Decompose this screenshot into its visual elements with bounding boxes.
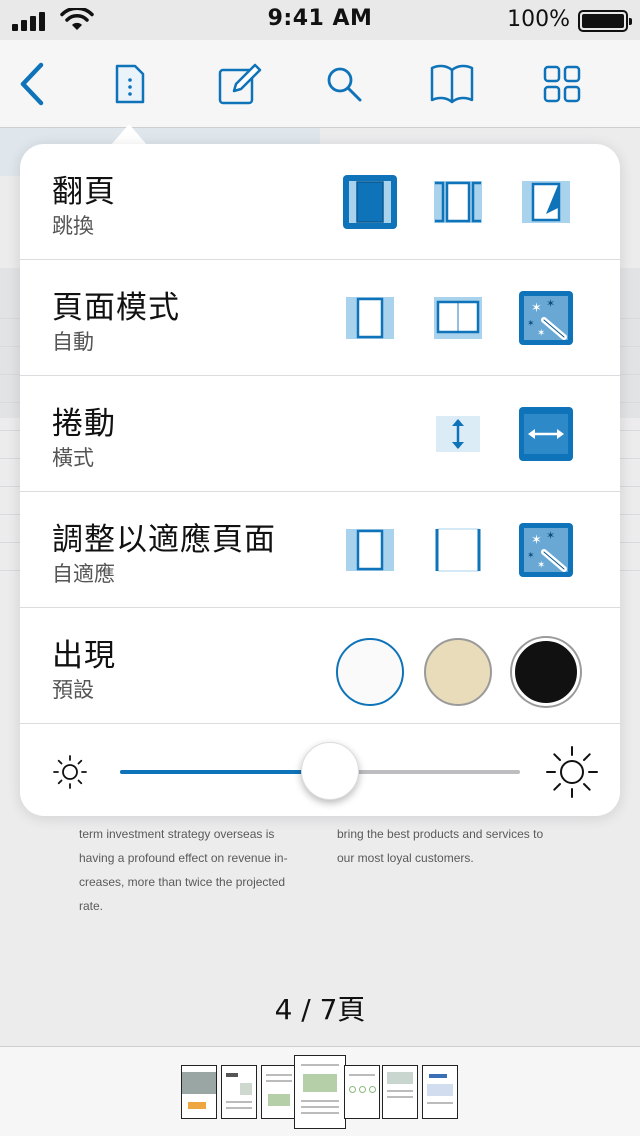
svg-text:✶: ✶ <box>537 560 545 571</box>
doc-right-column: bring the best products and services to … <box>337 827 544 865</box>
page-mode-auto-option[interactable]: ✶ ✶ ✶ ✶ <box>518 290 574 346</box>
single-page-jump-icon <box>343 175 397 229</box>
brightness-slider-fill <box>120 770 320 774</box>
search-button[interactable] <box>318 58 370 110</box>
page-mode-two-page-option[interactable] <box>434 294 482 342</box>
back-button[interactable] <box>6 58 58 110</box>
brightness-high-icon <box>546 746 598 798</box>
page-mode-row: 頁面模式 自動 ✶ ✶ ✶ ✶ <box>20 260 620 376</box>
svg-text:✶: ✶ <box>531 533 542 548</box>
theme-white-option[interactable] <box>336 638 404 706</box>
auto-magic-wand-icon: ✶ ✶ ✶ ✶ <box>519 291 573 345</box>
continuous-slide-icon <box>434 181 482 223</box>
scroll-row: 捲動 橫式 <box>20 376 620 492</box>
single-page-icon <box>346 297 394 339</box>
annotate-pencil-icon <box>218 63 262 105</box>
page-turn-slide-option[interactable] <box>434 178 482 226</box>
page-turn-jump-option[interactable] <box>342 174 398 230</box>
fit-page-option[interactable] <box>346 526 394 574</box>
page-mode-single-option[interactable] <box>346 294 394 342</box>
page-thumbnail-current[interactable] <box>294 1055 346 1129</box>
scroll-horizontal-option[interactable] <box>518 406 574 462</box>
scroll-subtitle: 橫式 <box>52 446 94 470</box>
svg-text:✶: ✶ <box>546 297 555 310</box>
thumbnail-strip <box>0 1046 640 1136</box>
fit-page-icon <box>346 529 394 571</box>
page-turn-curl-option[interactable] <box>522 178 570 226</box>
page-indicator: 4 / 7頁 <box>274 993 366 1026</box>
svg-text:✶: ✶ <box>531 301 542 316</box>
auto-fit-magic-wand-icon: ✶ ✶ ✶ ✶ <box>519 523 573 577</box>
battery-percentage: 100% <box>507 7 570 32</box>
fit-page-subtitle: 自適應 <box>52 562 115 586</box>
document-info-button[interactable] <box>104 58 156 110</box>
appearance-subtitle: 預設 <box>52 678 94 702</box>
svg-text:✶: ✶ <box>527 551 535 561</box>
annotate-button[interactable] <box>214 58 266 110</box>
toolbar <box>0 40 640 128</box>
fit-width-icon <box>435 528 481 572</box>
theme-sepia-option[interactable] <box>424 638 492 706</box>
scroll-title: 捲動 <box>52 406 116 442</box>
svg-text:✶: ✶ <box>527 319 535 329</box>
battery-icon <box>578 10 632 32</box>
thumbnails-grid-icon <box>543 65 581 103</box>
horizontal-scroll-icon <box>519 407 573 461</box>
page-thumbnail[interactable] <box>181 1065 217 1119</box>
theme-night-option[interactable] <box>512 638 580 706</box>
scroll-vertical-option[interactable] <box>434 414 482 454</box>
page-mode-subtitle: 自動 <box>52 330 94 354</box>
fit-auto-option[interactable]: ✶ ✶ ✶ ✶ <box>518 522 574 578</box>
fit-page-title: 調整以適應頁面 <box>52 522 276 558</box>
two-page-icon <box>434 297 482 339</box>
appearance-title: 出現 <box>52 638 116 674</box>
fit-width-option[interactable] <box>434 526 482 574</box>
page-thumbnail[interactable] <box>344 1065 380 1119</box>
bookmarks-button[interactable] <box>426 58 478 110</box>
appearance-row: 出現 預設 <box>20 608 620 724</box>
page-thumbnail[interactable] <box>261 1065 297 1119</box>
status-bar: 9:41 AM 100% <box>0 0 640 40</box>
brightness-low-icon <box>53 755 87 789</box>
page-thumbnail[interactable] <box>422 1065 458 1119</box>
page-mode-title: 頁面模式 <box>52 290 180 326</box>
svg-text:✶: ✶ <box>537 328 545 339</box>
page-thumbnail[interactable] <box>221 1065 257 1119</box>
page-curl-icon <box>522 181 570 223</box>
vertical-scroll-icon <box>436 416 480 452</box>
fit-page-row: 調整以適應頁面 自適應 ✶ ✶ ✶ ✶ <box>20 492 620 608</box>
thumbnails-grid-button[interactable] <box>536 58 588 110</box>
document-info-icon <box>115 64 145 104</box>
doc-left-column: term investment strategy overseas is hav… <box>79 827 288 913</box>
page-turn-title: 翻頁 <box>52 174 116 210</box>
brightness-slider-thumb[interactable] <box>301 742 359 800</box>
popover-caret <box>111 124 147 145</box>
bookmarks-book-icon <box>430 64 474 104</box>
svg-text:✶: ✶ <box>546 529 555 542</box>
back-chevron-icon <box>20 62 44 106</box>
page-thumbnail[interactable] <box>382 1065 418 1119</box>
view-settings-popover: 翻頁 跳換 頁面模式 自動 ✶ ✶ ✶ ✶ 捲動 橫式 調整以適應頁面 自適應 … <box>20 144 620 816</box>
page-turn-subtitle: 跳換 <box>52 214 94 238</box>
search-icon <box>327 67 362 102</box>
page-turn-row: 翻頁 跳換 <box>20 144 620 260</box>
